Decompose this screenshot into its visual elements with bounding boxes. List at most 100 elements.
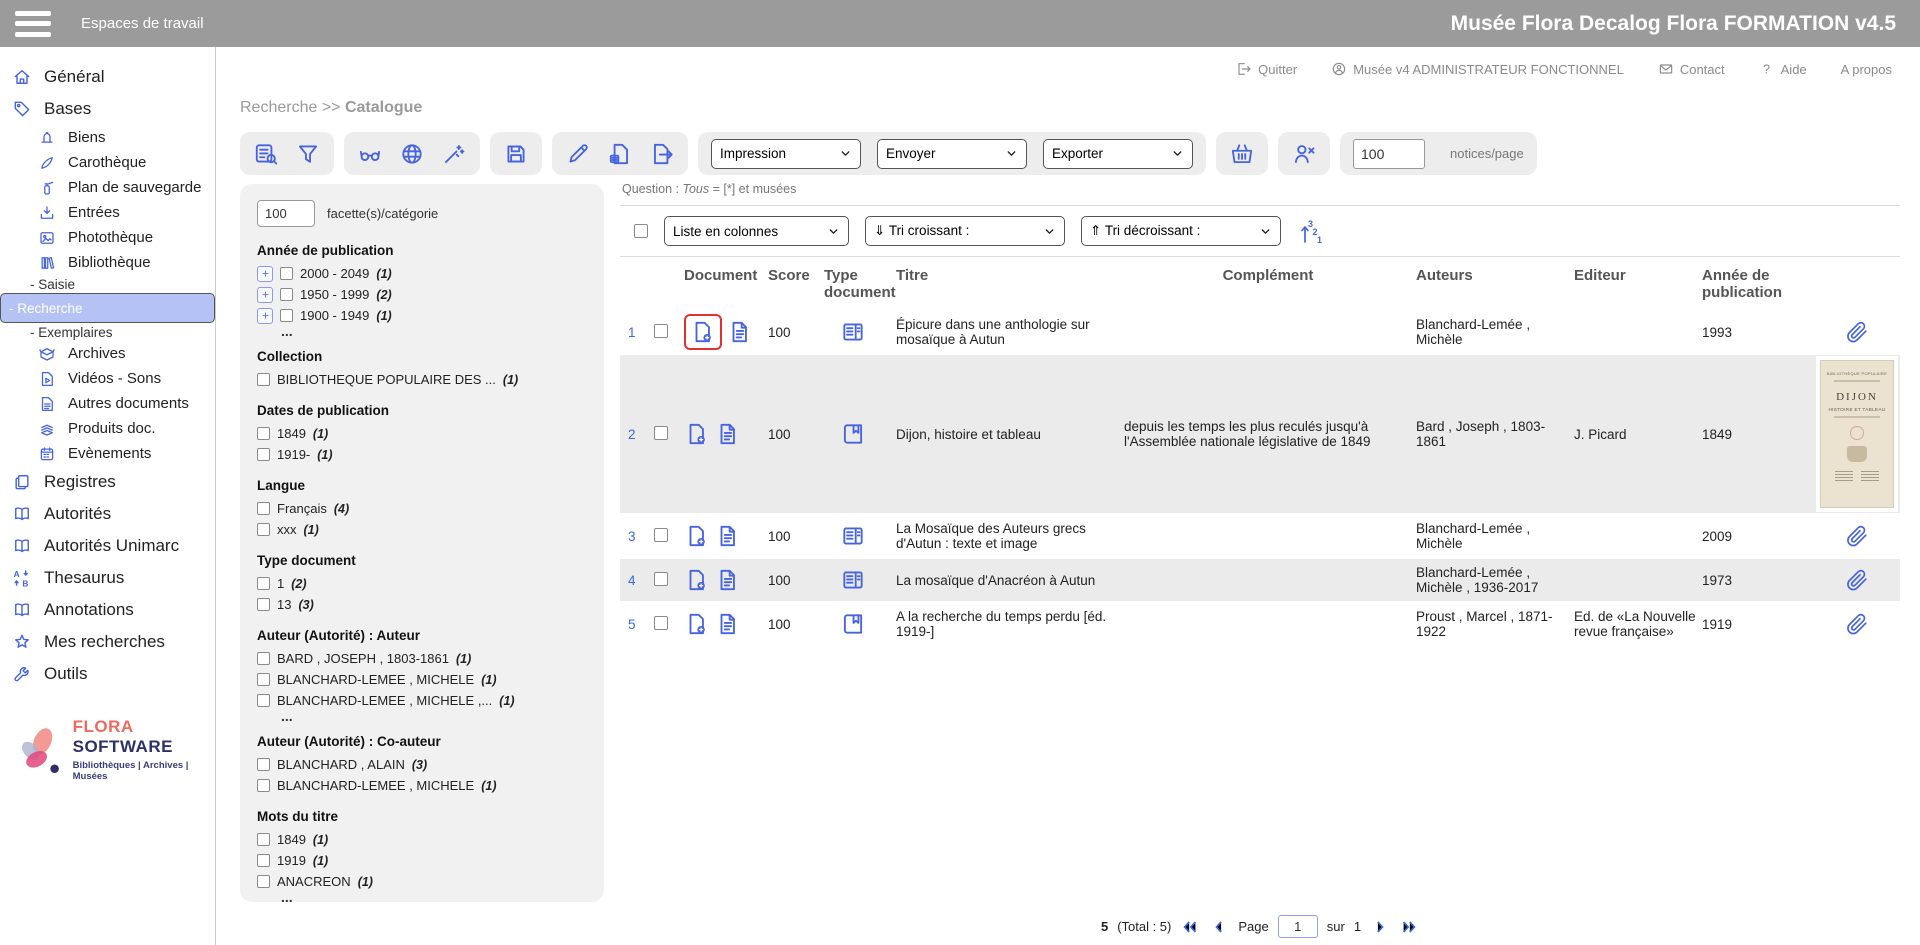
sidebar-item-evenements[interactable]: Evènements [0, 441, 215, 466]
sidebar-item-outils[interactable]: Outils [0, 658, 215, 690]
facet-checkbox[interactable] [280, 309, 293, 322]
facet-option[interactable]: 2000 - 2049(1) [257, 263, 590, 284]
magic-wand-button[interactable] [441, 141, 467, 167]
sidebar-item-autorites[interactable]: Autorités [0, 498, 215, 530]
paperclip-icon[interactable] [1845, 320, 1869, 344]
facet-count-input[interactable] [257, 200, 315, 227]
document-badge-icon[interactable] [684, 611, 710, 637]
sidebar-item-produits-doc[interactable]: Produits doc. [0, 416, 215, 441]
sidebar-item-carotheque[interactable]: Carothèque [0, 150, 215, 175]
facet-option[interactable]: BLANCHARD-LEMEE , MICHELE(1) [257, 669, 590, 690]
facet-checkbox[interactable] [257, 854, 270, 867]
facet-checkbox[interactable] [257, 523, 270, 536]
record-number-link[interactable]: 5 [620, 617, 654, 632]
document-view-icon[interactable] [715, 421, 741, 447]
document-badge-icon[interactable] [684, 523, 710, 549]
facet-checkbox[interactable] [257, 833, 270, 846]
facet-option[interactable]: BLANCHARD-LEMEE , MICHELE(1) [257, 775, 590, 796]
facet-expand-button[interactable] [257, 266, 273, 282]
record-number-link[interactable]: 2 [620, 427, 654, 442]
record-number-link[interactable]: 1 [620, 325, 654, 340]
document-badge-icon[interactable] [690, 319, 716, 345]
facet-expand-button[interactable] [257, 287, 273, 303]
facet-checkbox[interactable] [257, 758, 270, 771]
facet-option[interactable]: BLANCHARD-LEMEE , MICHELE ,...(1) [257, 690, 590, 711]
facet-option[interactable]: ANACREON(1) [257, 871, 590, 892]
facet-checkbox[interactable] [257, 598, 270, 611]
row-checkbox[interactable] [654, 426, 668, 440]
sort-ascending-select[interactable]: ⇓ Tri croissant : [865, 216, 1065, 246]
sidebar-item-autres-documents[interactable]: Autres documents [0, 391, 215, 416]
facet-option[interactable]: 1849(1) [257, 829, 590, 850]
notices-per-page-input[interactable] [1353, 139, 1425, 169]
sidebar-item-phototheque[interactable]: Photothèque [0, 225, 215, 250]
record-number-link[interactable]: 3 [620, 529, 654, 544]
hamburger-menu-icon[interactable] [15, 11, 51, 37]
breadcrumb-section[interactable]: Recherche [240, 99, 317, 116]
sidebar-item-thesaurus[interactable]: Thesaurus [0, 562, 215, 594]
sidebar-item-bases[interactable]: Bases [0, 93, 215, 125]
facet-option[interactable]: 1849(1) [257, 423, 590, 444]
document-view-icon[interactable] [715, 567, 741, 593]
export-document-button[interactable] [649, 141, 675, 167]
facet-checkbox[interactable] [257, 577, 270, 590]
row-checkbox[interactable] [654, 572, 668, 586]
facet-checkbox[interactable] [280, 267, 293, 280]
row-checkbox[interactable] [654, 324, 668, 338]
sidebar-item-mes-recherches[interactable]: Mes recherches [0, 626, 215, 658]
document-badge-icon[interactable] [684, 567, 710, 593]
sidebar-item-archives[interactable]: Archives [0, 341, 215, 366]
facet-more-link[interactable]: ... [257, 326, 590, 336]
document-view-icon[interactable] [727, 319, 753, 345]
workspaces-link[interactable]: Espaces de travail [81, 15, 204, 32]
sidebar-item-videos-sons[interactable]: Vidéos - Sons [0, 366, 215, 391]
document-view-icon[interactable] [715, 523, 741, 549]
cover-thumbnail[interactable]: BIBLIOTHÈQUE POPULAIRE DIJON HISTOIRE ET… [1820, 360, 1894, 508]
sidebar-item-bibliotheque[interactable]: Bibliothèque [0, 250, 215, 275]
export-select[interactable]: Exporter [1043, 139, 1193, 169]
basket-button[interactable] [1229, 141, 1255, 167]
multi-sort-button[interactable] [1297, 218, 1323, 244]
sort-descending-select[interactable]: ⇑ Tri décroissant : [1081, 216, 1281, 246]
facet-checkbox[interactable] [257, 427, 270, 440]
facet-option[interactable]: Français(4) [257, 498, 590, 519]
facet-checkbox[interactable] [257, 673, 270, 686]
sidebar-item-exemplaires[interactable]: - Exemplaires [0, 323, 215, 341]
sidebar-item-plan-sauvegarde[interactable]: Plan de sauvegarde [0, 175, 215, 200]
first-page-button[interactable] [1180, 917, 1200, 937]
sidebar-item-autorites-unimarc[interactable]: Autorités Unimarc [0, 530, 215, 562]
edit-button[interactable] [565, 141, 591, 167]
facet-option[interactable]: 1919(1) [257, 850, 590, 871]
document-view-icon[interactable] [715, 611, 741, 637]
facet-more-link[interactable]: ... [257, 892, 590, 902]
facet-option[interactable]: BARD , JOSEPH , 1803-1861(1) [257, 648, 590, 669]
print-select[interactable]: Impression [711, 139, 861, 169]
filter-button[interactable] [295, 141, 321, 167]
print-document-button[interactable] [607, 141, 633, 167]
facet-option[interactable]: 1900 - 1949(1) [257, 305, 590, 326]
paperclip-icon[interactable] [1845, 568, 1869, 592]
facet-option[interactable]: BIBLIOTHEQUE POPULAIRE DES ...(1) [257, 369, 590, 390]
facet-checkbox[interactable] [257, 502, 270, 515]
view-mode-select[interactable]: Liste en colonnes [664, 216, 849, 246]
result-list-button[interactable] [253, 141, 279, 167]
sidebar-item-general[interactable]: Général [0, 61, 215, 93]
sidebar-item-registres[interactable]: Registres [0, 466, 215, 498]
facet-option[interactable]: xxx(1) [257, 519, 590, 540]
send-select[interactable]: Envoyer [877, 139, 1027, 169]
facet-option[interactable]: 1950 - 1999(2) [257, 284, 590, 305]
facet-checkbox[interactable] [280, 288, 293, 301]
facet-expand-button[interactable] [257, 308, 273, 324]
paperclip-icon[interactable] [1845, 612, 1869, 636]
document-badge-icon[interactable] [684, 421, 710, 447]
save-button[interactable] [503, 141, 529, 167]
facet-checkbox[interactable] [257, 694, 270, 707]
preview-button[interactable] [357, 141, 383, 167]
row-checkbox[interactable] [654, 528, 668, 542]
web-button[interactable] [399, 141, 425, 167]
select-all-checkbox[interactable] [634, 224, 648, 238]
facet-checkbox[interactable] [257, 373, 270, 386]
sidebar-item-recherche-selected[interactable]: - Recherche [0, 293, 215, 323]
facet-option[interactable]: 1919-(1) [257, 444, 590, 465]
row-checkbox[interactable] [654, 616, 668, 630]
